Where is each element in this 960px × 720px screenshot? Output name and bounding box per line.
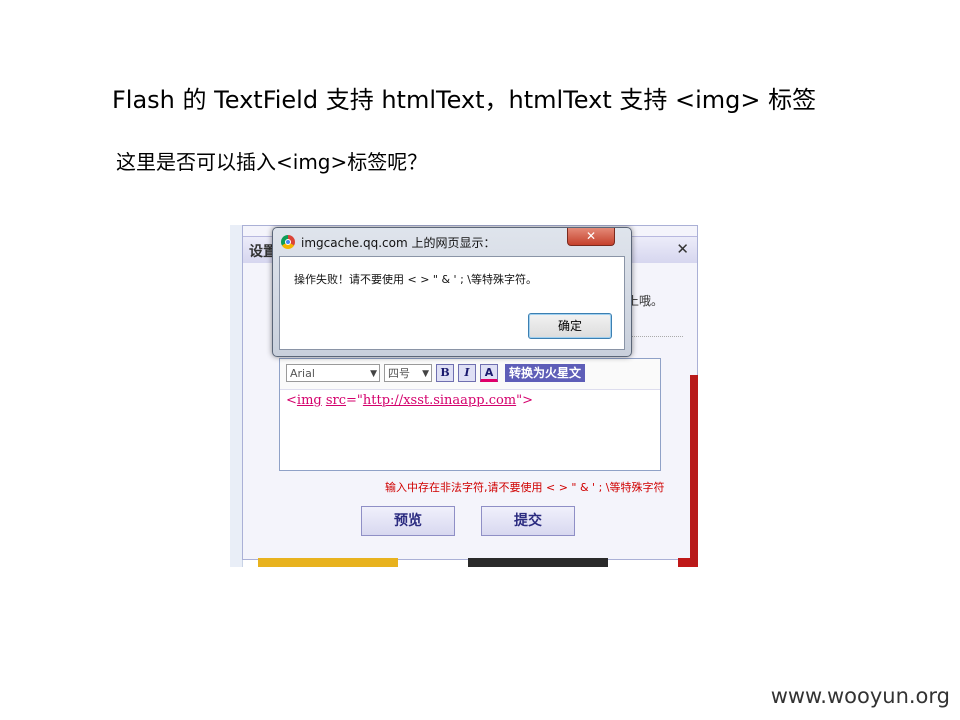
close-icon[interactable]: ✕ (676, 240, 689, 258)
chevron-down-icon: ▼ (370, 369, 377, 379)
alert-close-button[interactable]: ✕ (567, 228, 615, 246)
font-family-select[interactable]: Arial ▼ (286, 364, 380, 382)
content-attr: src (325, 393, 347, 408)
convert-button[interactable]: 转换为火星文 (505, 364, 586, 382)
font-family-value: Arial (290, 367, 315, 380)
preview-button[interactable]: 预览 (361, 506, 455, 536)
alert-message: 操作失败！请不要使用 < > " & ' ; \等特殊字符。 (294, 273, 537, 286)
content-prefix: < (286, 393, 297, 408)
text-color-icon: A (484, 366, 494, 379)
submit-button[interactable]: 提交 (481, 506, 575, 536)
editor-content[interactable]: <img src="http://xsst.sinaapp.com"> (286, 393, 533, 408)
editor-toolbar: Arial ▼ 四号 ▼ B I A 转换为火星文 (280, 359, 660, 390)
screenshot: 设置 ✕ 上哦。 Arial ▼ 四号 ▼ B I A 转换为火星文 <img … (230, 225, 698, 567)
content-value-open: =" (346, 393, 363, 408)
thumbnail-image (258, 558, 398, 567)
font-size-value: 四号 (388, 367, 410, 380)
watermark: www.wooyun.org (770, 684, 950, 708)
panel-note: 上哦。 (627, 294, 664, 308)
content-url: http://xsst.sinaapp.com (362, 393, 517, 408)
slide-title: Flash 的 TextField 支持 htmlText，htmlText 支… (112, 86, 817, 114)
content-tag: img (296, 393, 322, 408)
warning-message: 输入中存在非法字符,请不要使用 < > " & ' ; \等特殊字符 (385, 481, 665, 494)
thumbnail-image (468, 558, 608, 567)
chrome-icon (281, 235, 295, 249)
rich-text-editor: Arial ▼ 四号 ▼ B I A 转换为火星文 <img src="http… (279, 358, 661, 471)
italic-button[interactable]: I (458, 364, 476, 382)
ok-button[interactable]: 确定 (528, 313, 612, 339)
alert-body: 操作失败！请不要使用 < > " & ' ; \等特殊字符。 确定 (279, 256, 625, 350)
font-size-select[interactable]: 四号 ▼ (384, 364, 432, 382)
alert-title: imgcache.qq.com 上的网页显示： (301, 236, 496, 250)
alert-dialog: imgcache.qq.com 上的网页显示： ✕ 操作失败！请不要使用 < >… (272, 227, 632, 357)
text-color-button[interactable]: A (480, 364, 498, 382)
close-icon: ✕ (585, 229, 597, 243)
bold-button[interactable]: B (436, 364, 454, 382)
slide-question: 这里是否可以插入<img>标签呢？ (116, 150, 428, 174)
chevron-down-icon: ▼ (422, 369, 429, 379)
content-suffix: "> (516, 393, 534, 408)
side-image-strip (690, 375, 698, 565)
